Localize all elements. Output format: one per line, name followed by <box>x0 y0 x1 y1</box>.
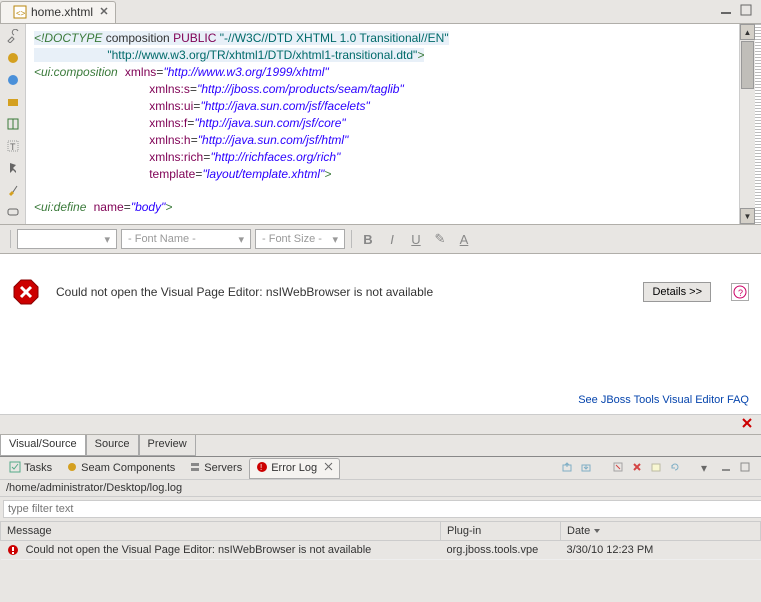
vertical-toolbar: T <box>0 24 26 224</box>
brush-icon[interactable] <box>5 182 21 198</box>
maximize-icon[interactable] <box>739 461 753 475</box>
tag-icon[interactable] <box>5 204 21 220</box>
scroll-up-icon[interactable]: ▲ <box>740 24 755 40</box>
column-header-message[interactable]: Message <box>1 522 441 541</box>
scroll-down-icon[interactable]: ▼ <box>740 208 755 224</box>
tab-visual-source[interactable]: Visual/Source <box>0 435 86 456</box>
bold-button[interactable]: B <box>358 229 378 249</box>
tab-tasks[interactable]: Tasks <box>2 458 59 479</box>
cursor-icon[interactable] <box>5 160 21 176</box>
right-gutter <box>755 24 761 224</box>
close-icon[interactable] <box>99 5 109 19</box>
text-icon[interactable]: T <box>5 138 21 154</box>
error-row-icon <box>7 544 19 556</box>
underline-button[interactable]: U <box>406 229 426 249</box>
bottom-view-tabs: Tasks Seam Components Servers ! Error Lo… <box>0 456 761 480</box>
open-log-icon[interactable] <box>650 461 664 475</box>
svg-text:!: ! <box>260 463 262 472</box>
error-log-icon: ! <box>256 461 268 476</box>
export-log-icon[interactable] <box>561 461 575 475</box>
clear-log-icon[interactable] <box>612 461 626 475</box>
close-icon[interactable] <box>324 462 333 474</box>
stop-error-icon <box>12 278 40 306</box>
editor-tab[interactable]: <> home.xhtml <box>0 1 116 23</box>
log-file-path: /home/administrator/Desktop/log.log <box>0 480 761 497</box>
faq-link[interactable]: See JBoss Tools Visual Editor FAQ <box>578 394 749 406</box>
maximize-icon[interactable] <box>739 3 753 20</box>
editor-header-actions <box>719 3 753 20</box>
row-message: Could not open the Visual Page Editor: n… <box>26 544 372 556</box>
column-header-date[interactable]: Date <box>561 522 761 541</box>
grid-icon[interactable] <box>5 116 21 132</box>
tab-servers[interactable]: Servers <box>182 458 249 479</box>
tab-preview[interactable]: Preview <box>139 435 196 456</box>
restore-log-icon[interactable] <box>669 461 683 475</box>
minimize-icon[interactable] <box>719 3 733 20</box>
visual-editor-error-panel: Could not open the Visual Page Editor: n… <box>0 254 761 414</box>
tab-source[interactable]: Source <box>86 435 139 456</box>
tools-icon[interactable] <box>5 28 21 44</box>
help-icon[interactable]: ? <box>731 283 749 301</box>
column-header-plugin[interactable]: Plug-in <box>441 522 561 541</box>
close-panel-icon[interactable] <box>741 418 753 432</box>
globe-icon[interactable] <box>5 72 21 88</box>
seam-icon <box>66 461 78 476</box>
tasks-icon <box>9 461 21 476</box>
code-text[interactable]: <!DOCTYPE composition PUBLIC "-//W3C//DT… <box>26 24 739 224</box>
row-plugin: org.jboss.tools.vpe <box>441 541 561 560</box>
palette-icon[interactable] <box>5 50 21 66</box>
row-date: 3/30/10 12:23 PM <box>561 541 761 560</box>
filter-input[interactable] <box>3 500 761 518</box>
svg-text:T: T <box>10 142 16 152</box>
tab-error-log[interactable]: ! Error Log <box>249 458 340 479</box>
editor-view-tabs: Visual/Source Source Preview <box>0 434 761 456</box>
source-editor[interactable]: <!DOCTYPE composition PUBLIC "-//W3C//DT… <box>26 24 761 224</box>
format-toolbar: ▾ - Font Name -▾ - Font Size -▾ B I U ✎ … <box>0 224 761 254</box>
highlight-button[interactable]: ✎ <box>430 229 450 249</box>
editor-tab-title: home.xhtml <box>31 5 93 19</box>
folder-icon[interactable] <box>5 94 21 110</box>
servers-icon <box>189 461 201 476</box>
block-format-dropdown[interactable]: ▾ <box>17 229 117 249</box>
xhtml-file-icon: <> <box>13 5 27 19</box>
chevron-down-icon <box>590 525 600 537</box>
font-name-dropdown[interactable]: - Font Name -▾ <box>121 229 251 249</box>
error-message-text: Could not open the Visual Page Editor: n… <box>56 285 627 299</box>
scroll-thumb[interactable] <box>741 41 754 89</box>
minimize-icon[interactable] <box>720 461 734 475</box>
svg-text:?: ? <box>738 288 743 298</box>
import-log-icon[interactable] <box>580 461 594 475</box>
view-menu-icon[interactable]: ▾ <box>701 461 715 475</box>
font-size-dropdown[interactable]: - Font Size -▾ <box>255 229 345 249</box>
editor-main: T <!DOCTYPE composition PUBLIC "-//W3C//… <box>0 24 761 224</box>
vertical-scrollbar[interactable]: ▲ ▼ <box>739 24 755 224</box>
details-button[interactable]: Details >> <box>643 282 711 302</box>
panel-close-bar <box>0 414 761 434</box>
svg-text:<>: <> <box>16 9 26 18</box>
delete-log-icon[interactable] <box>631 461 645 475</box>
error-log-table: Message Plug-in Date Could not open the … <box>0 521 761 560</box>
font-color-button[interactable]: A <box>454 229 474 249</box>
editor-tab-bar: <> home.xhtml <box>0 0 761 24</box>
tab-seam-components[interactable]: Seam Components <box>59 458 182 479</box>
italic-button[interactable]: I <box>382 229 402 249</box>
table-row[interactable]: Could not open the Visual Page Editor: n… <box>1 541 761 560</box>
error-log-toolbar: ▾ <box>561 461 753 475</box>
